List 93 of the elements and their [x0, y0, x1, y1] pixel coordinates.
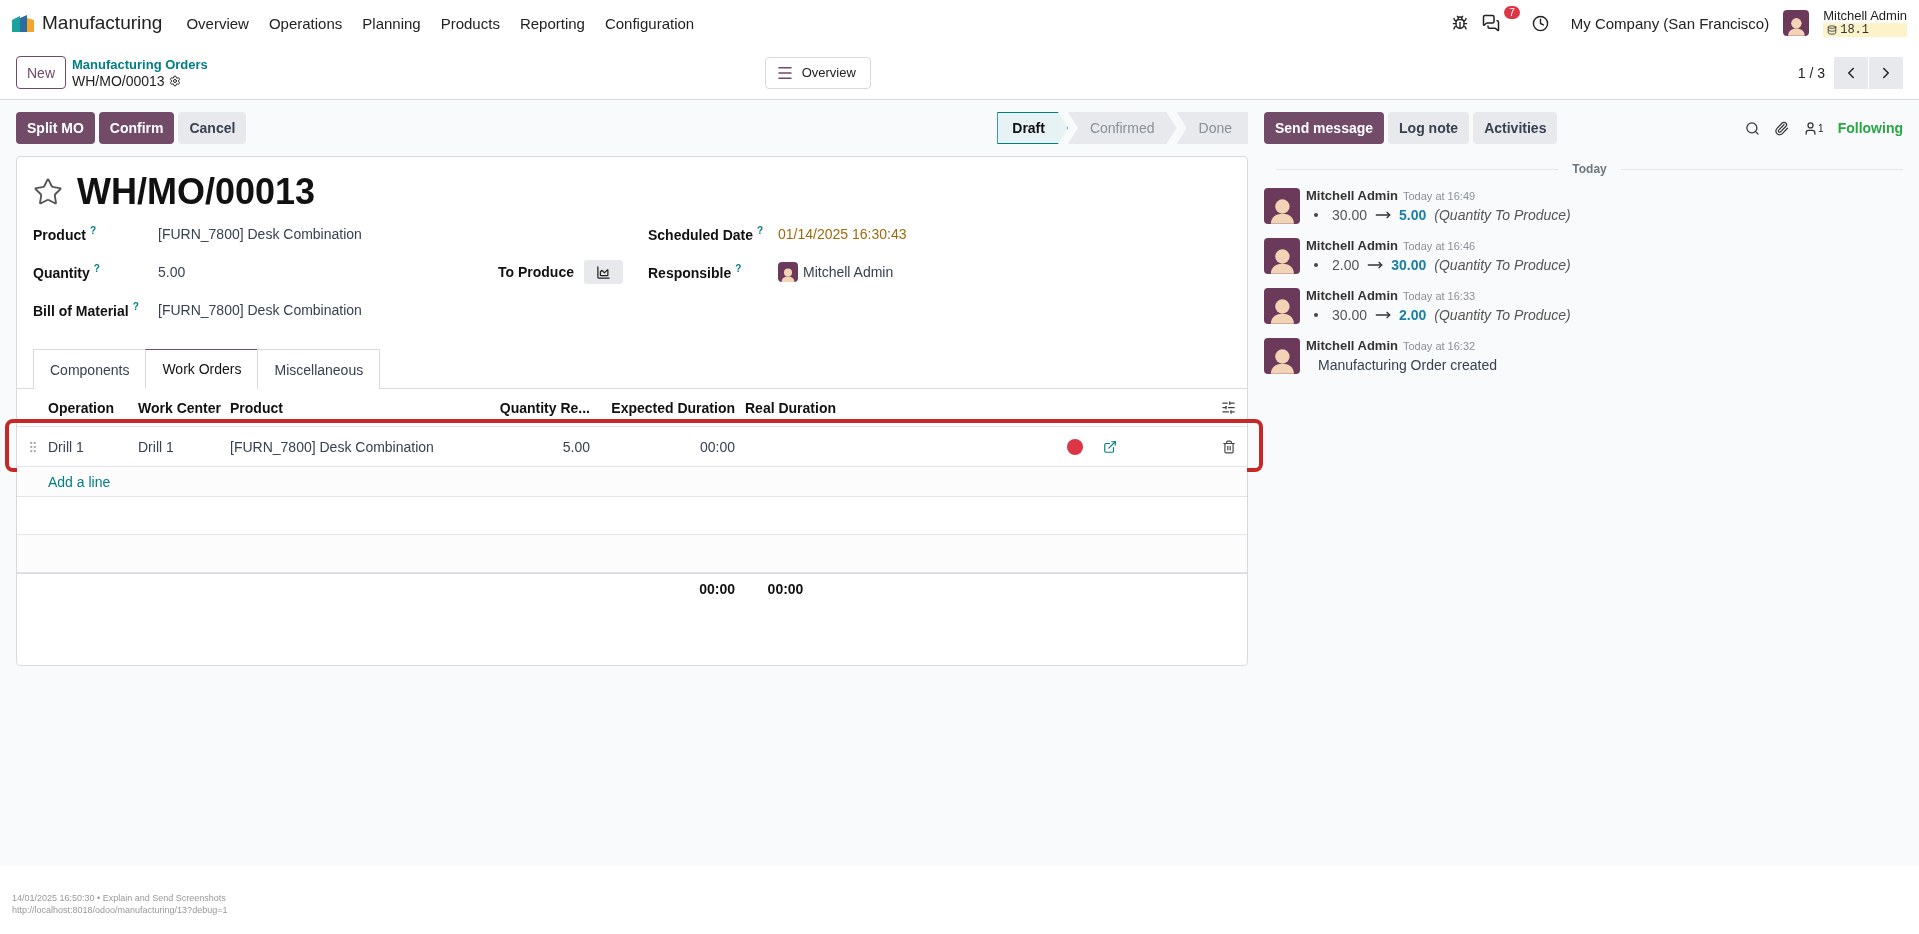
company-name[interactable]: My Company (San Francisco)	[1570, 14, 1770, 32]
menu-item[interactable]: Planning	[352, 14, 431, 32]
avatar-icon	[778, 262, 798, 282]
column-header[interactable]: Quantity Re...	[480, 399, 590, 416]
field-label: Bill of Material $^{?}$	[33, 301, 140, 319]
tracked-field: (Quantity To Produce)	[1434, 307, 1571, 323]
column-header[interactable]: Product	[230, 399, 480, 416]
message-author: Mitchell Admin	[1306, 288, 1398, 303]
user-name[interactable]: Mitchell Admin	[1823, 9, 1907, 23]
new-button[interactable]: New	[16, 56, 66, 89]
bullet-icon	[1314, 213, 1318, 217]
field-label: Product $^{?}$	[33, 225, 97, 243]
action-button[interactable]: Confirm	[98, 112, 175, 144]
field-label: Quantity $^{?}$	[33, 263, 101, 281]
database-icon	[1827, 25, 1838, 35]
total-value: 00:00	[698, 580, 735, 597]
notification-badge: 7	[1504, 6, 1520, 19]
field-label: To Produce	[498, 264, 574, 280]
avatar-icon	[1264, 238, 1300, 274]
tracked-field: (Quantity To Produce)	[1434, 257, 1571, 273]
record-name: WH/MO/00013	[72, 72, 165, 89]
table-cell-text: Drill 1	[48, 438, 85, 455]
menu-item[interactable]: Products	[430, 14, 510, 32]
tracked-field: (Quantity To Produce)	[1434, 207, 1571, 223]
new-value: 5.00	[1399, 207, 1427, 223]
action-button[interactable]: Cancel	[178, 112, 247, 144]
tab[interactable]: Work Orders	[145, 349, 259, 389]
status-step[interactable]: Draft	[997, 112, 1068, 144]
avatar-icon	[1783, 10, 1810, 36]
old-value: 30.00	[1332, 307, 1368, 323]
table-cell-text: [FURN_7800] Desk Combination	[230, 438, 435, 455]
pager-text: 1 / 3	[1797, 64, 1825, 81]
field-label: Scheduled Date $^{?}$	[648, 225, 765, 243]
breadcrumb-link[interactable]: Manufacturing Orders	[72, 56, 208, 73]
table-cell-text: 00:00	[698, 438, 735, 455]
action-button[interactable]: Split MO	[16, 112, 95, 144]
avatar-icon	[1264, 288, 1300, 324]
paperclip-icon[interactable]	[1774, 120, 1790, 136]
overview-button[interactable]: Overview	[764, 56, 871, 89]
message-time: Today at 16:49	[1402, 190, 1476, 202]
star-icon[interactable]	[33, 177, 63, 207]
new-value: 2.00	[1399, 307, 1427, 323]
field-value[interactable]: 5.00	[158, 264, 186, 280]
column-header[interactable]: Expected Duration	[590, 399, 735, 416]
table-cell-text: Drill 1	[138, 438, 175, 455]
message-author: Mitchell Admin	[1306, 238, 1398, 253]
chart-button[interactable]	[583, 260, 623, 284]
old-value: 30.00	[1332, 207, 1368, 223]
avatar-icon	[1264, 338, 1300, 374]
add-line-link[interactable]: Add a line	[48, 473, 480, 490]
menu-item[interactable]: Operations	[258, 14, 353, 32]
total-value: 00:00	[766, 580, 805, 597]
field-value[interactable]: [FURN_7800] Desk Combination	[158, 226, 362, 242]
message-author: Mitchell Admin	[1306, 188, 1398, 203]
message-body: Manufacturing Order created	[1317, 357, 1497, 373]
app-logo-icon	[12, 14, 34, 32]
field-value[interactable]: [FURN_7800] Desk Combination	[158, 302, 362, 318]
tab[interactable]: Miscellaneous	[257, 349, 381, 389]
message-time: Today at 16:32	[1402, 340, 1476, 352]
column-header[interactable]: Real Duration	[735, 399, 850, 416]
old-value: 2.00	[1332, 257, 1360, 273]
bullet-icon	[1314, 263, 1318, 267]
app-name[interactable]: Manufacturing	[42, 12, 163, 34]
chart-icon	[596, 264, 611, 280]
screenshot-caption: 14/01/2025 16:50:30 • Explain and Send Screenshots	[12, 892, 227, 904]
field-value[interactable]: Mitchell Admin	[803, 264, 894, 280]
bug-icon[interactable]	[1451, 15, 1468, 31]
menu-item[interactable]: Reporting	[509, 14, 595, 32]
new-value: 30.00	[1391, 257, 1427, 273]
gear-icon[interactable]	[168, 74, 181, 87]
column-header[interactable]: Operation	[48, 399, 138, 416]
record-title: WH/MO/00013	[77, 171, 316, 213]
tab[interactable]: Components	[33, 349, 147, 389]
page-url: http://localhost:8018/odoo/manufacturing/13?debug=1	[12, 904, 229, 916]
menu-item[interactable]: Overview	[176, 14, 259, 32]
field-label: Responsible $^{?}$	[648, 263, 743, 281]
chatter-button[interactable]: Log note	[1388, 112, 1470, 144]
table-cell-text: 5.00	[561, 438, 590, 455]
chat-icon[interactable]	[1481, 14, 1500, 32]
message-author: Mitchell Admin	[1306, 338, 1398, 353]
search-icon[interactable]	[1745, 120, 1761, 136]
version-label: 18.1	[1840, 23, 1869, 37]
message-time: Today at 16:33	[1402, 290, 1476, 302]
column-header[interactable]: Work Center	[138, 399, 230, 416]
chatter-button[interactable]: Send message	[1264, 112, 1385, 144]
field-value[interactable]: 01/14/2025 16:30:43	[778, 226, 907, 242]
chatter-button[interactable]: Activities	[1473, 112, 1558, 144]
clock-icon[interactable]	[1531, 14, 1549, 32]
message-time: Today at 16:46	[1402, 240, 1476, 252]
bullet-icon	[1314, 313, 1318, 317]
date-separator: Today	[1572, 162, 1607, 176]
avatar-icon	[1264, 188, 1300, 224]
menu-item[interactable]: Configuration	[594, 14, 705, 32]
